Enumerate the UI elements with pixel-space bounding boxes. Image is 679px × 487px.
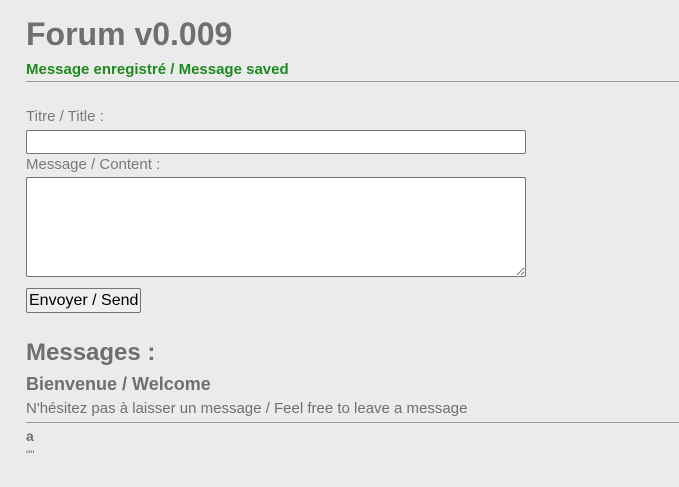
title-label: Titre / Title : (26, 108, 104, 125)
send-button[interactable]: Envoyer / Send (26, 288, 142, 313)
content-textarea[interactable] (26, 177, 526, 277)
messages-heading: Messages : (26, 339, 156, 366)
message-body: N'hésitez pas à laisser un message / Fee… (26, 400, 468, 417)
divider (26, 81, 679, 82)
status-message: Message enregistré / Message saved (26, 61, 289, 78)
message-body: "" (26, 448, 35, 462)
divider (26, 422, 679, 423)
message-item: Bienvenue / Welcome N'hésitez pas à lais… (26, 373, 679, 418)
page-title: Forum v0.009 (26, 16, 233, 52)
title-input[interactable] (26, 130, 526, 154)
content-label: Message / Content : (26, 156, 161, 173)
message-item: a "" (26, 427, 679, 463)
message-title: Bienvenue / Welcome (26, 374, 211, 394)
message-title: a (26, 428, 34, 444)
